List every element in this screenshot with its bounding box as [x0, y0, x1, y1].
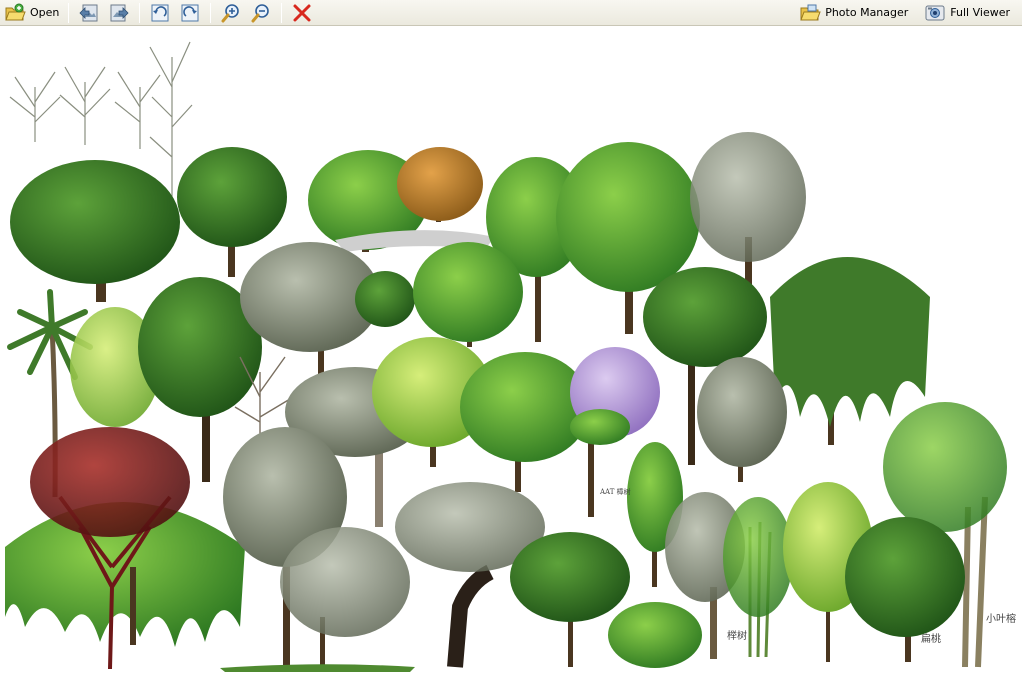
grass-patch — [220, 664, 415, 672]
folder-open-icon — [5, 3, 26, 20]
delete-icon — [293, 4, 311, 21]
zoom-in-icon — [221, 3, 240, 22]
rotate-right-icon — [181, 4, 199, 21]
tree-dark-green-large — [10, 160, 180, 302]
viewer-toolbar: Open Photo Manager Full Viewer — [0, 0, 1022, 26]
tree-label-2: 榉树 — [727, 631, 747, 642]
tree-fresh-green — [413, 242, 523, 347]
rotate-left-button[interactable] — [145, 2, 175, 24]
tree-label-4: 小叶榕 — [986, 614, 1016, 625]
previous-image-button[interactable] — [74, 2, 104, 24]
tree-label-1: AAT 樟树 — [600, 488, 631, 496]
full-viewer-icon — [925, 5, 945, 20]
photo-manager-button[interactable]: Photo Manager — [795, 2, 912, 24]
image-viewport[interactable]: AAT 樟树 榉树 扁桃 小叶榕 — [0, 27, 1022, 673]
open-button[interactable]: Open — [0, 2, 63, 24]
tree-label-3: 扁桃 — [921, 634, 941, 645]
rotate-right-button[interactable] — [175, 2, 205, 24]
delete-button[interactable] — [287, 2, 317, 24]
photo-manager-label: Photo Manager — [825, 6, 909, 19]
shrub-round — [608, 602, 702, 668]
rotate-left-icon — [151, 4, 169, 21]
photo-manager-icon — [800, 4, 821, 20]
next-image-icon — [110, 4, 129, 21]
toolbar-separator — [210, 2, 212, 23]
toolbar-left-group: Open — [0, 0, 317, 25]
toolbar-right-group: Photo Manager Full Viewer — [795, 0, 1022, 25]
zoom-out-icon — [251, 3, 270, 22]
tree-grey-small — [280, 527, 410, 667]
zoom-out-button[interactable] — [246, 2, 276, 24]
toolbar-separator — [281, 2, 283, 23]
next-image-button[interactable] — [104, 2, 134, 24]
toolbar-separator — [139, 2, 141, 23]
previous-image-icon — [79, 4, 98, 21]
tree-small-dark — [355, 271, 415, 327]
toolbar-separator — [68, 2, 70, 23]
full-viewer-label: Full Viewer — [950, 6, 1010, 19]
tree-medium-green — [460, 352, 590, 492]
tree-conical-grey — [697, 357, 787, 482]
tree-almond — [845, 517, 965, 662]
tree-collection-image — [5, 41, 1007, 672]
full-viewer-button[interactable]: Full Viewer — [920, 2, 1014, 24]
open-label: Open — [30, 6, 60, 19]
zoom-in-button[interactable] — [216, 2, 246, 24]
